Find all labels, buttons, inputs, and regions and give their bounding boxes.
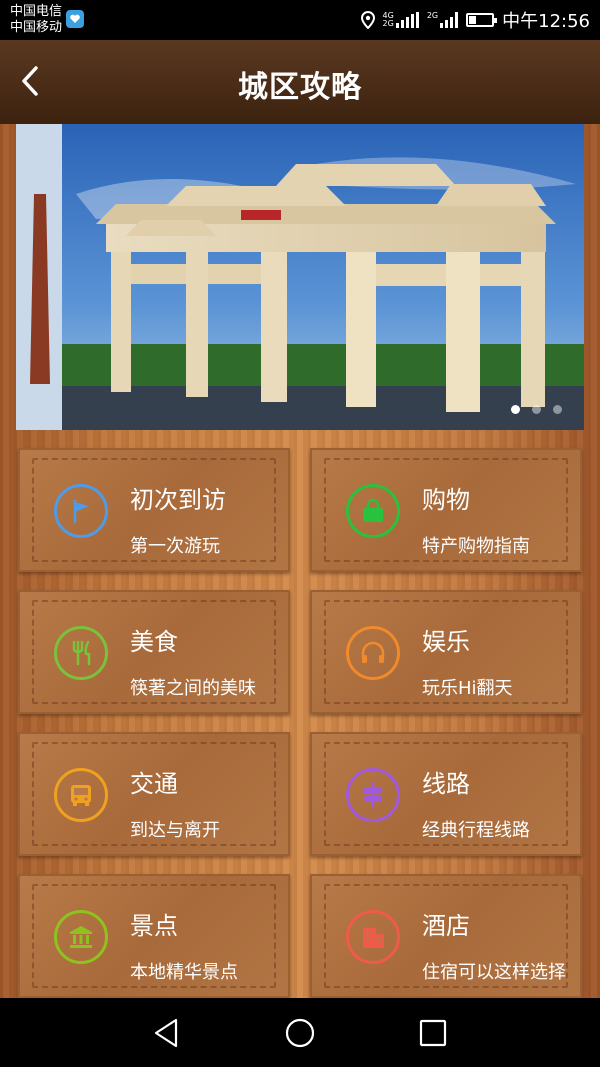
banner-carousel[interactable]	[16, 124, 584, 430]
card-title: 初次到访	[130, 486, 226, 514]
category-card[interactable]: 初次到访 第一次游玩	[18, 448, 290, 572]
carrier-2: 中国移动	[10, 20, 63, 35]
shopping-bag-icon	[346, 484, 400, 538]
card-title: 景点	[130, 912, 178, 940]
card-subtitle: 特产购物指南	[422, 536, 530, 557]
status-bar: 中国电信 中国移动 4G 2G 2G 中午12:56	[0, 0, 600, 40]
card-title: 酒店	[422, 912, 470, 940]
card-title: 娱乐	[422, 628, 470, 656]
bus-icon	[54, 768, 108, 822]
category-card[interactable]: 购物 特产购物指南	[310, 448, 582, 572]
category-card[interactable]: 线路 经典行程线路	[310, 732, 582, 856]
signpost-icon	[346, 768, 400, 822]
page-title: 城区攻略	[238, 70, 362, 105]
flag-icon	[54, 484, 108, 538]
carrier-1: 中国电信	[10, 4, 63, 19]
signal-2: 2G	[427, 12, 459, 28]
carrier-info: 中国电信 中国移动	[10, 4, 62, 36]
card-title: 购物	[422, 486, 470, 514]
card-title: 交通	[130, 770, 178, 798]
card-subtitle: 本地精华景点	[130, 962, 238, 983]
card-subtitle: 玩乐Hi翻天	[422, 678, 513, 699]
nav-back-icon[interactable]	[150, 1016, 184, 1050]
carousel-indicators	[511, 405, 562, 414]
category-card[interactable]: 娱乐玩乐Hi翻天	[310, 590, 582, 714]
hotel-icon	[346, 910, 400, 964]
museum-icon	[54, 910, 108, 964]
card-subtitle: 筷著之间的美味	[130, 678, 256, 699]
carousel-dot[interactable]	[553, 405, 562, 414]
banner-image	[16, 124, 584, 430]
nav-home-icon[interactable]	[283, 1016, 317, 1050]
card-subtitle: 到达与离开	[130, 820, 220, 841]
category-card[interactable]: 酒店住宿可以这样选择	[310, 874, 582, 998]
headphones-icon	[346, 626, 400, 680]
category-card[interactable]: 交通 到达与离开	[18, 732, 290, 856]
location-icon	[360, 11, 375, 29]
carousel-dot[interactable]	[511, 405, 520, 414]
category-card[interactable]: 景点 本地精华景点	[18, 874, 290, 998]
app-header: 城区攻略	[0, 40, 600, 124]
nav-recents-icon[interactable]	[416, 1016, 450, 1050]
system-nav-bar	[0, 998, 600, 1067]
signal-1: 4G 2G	[383, 12, 419, 28]
card-subtitle: 住宿可以这样选择	[422, 962, 566, 983]
clock: 中午12:56	[502, 11, 590, 32]
card-subtitle: 经典行程线路	[422, 820, 530, 841]
fork-knife-icon	[54, 626, 108, 680]
category-card[interactable]: 美食 筷著之间的美味	[18, 590, 290, 714]
card-title: 美食	[130, 628, 178, 656]
heart-app-icon	[66, 10, 84, 28]
carousel-dot[interactable]	[532, 405, 541, 414]
battery-icon	[466, 13, 498, 27]
card-subtitle: 第一次游玩	[130, 536, 220, 557]
content-area: 初次到访 第一次游玩 购物 特产购物指南 美食 筷著之间的美味 娱乐 玩乐Hi翻天 交通 到达与离…	[0, 124, 600, 998]
card-title: 线路	[422, 770, 470, 798]
